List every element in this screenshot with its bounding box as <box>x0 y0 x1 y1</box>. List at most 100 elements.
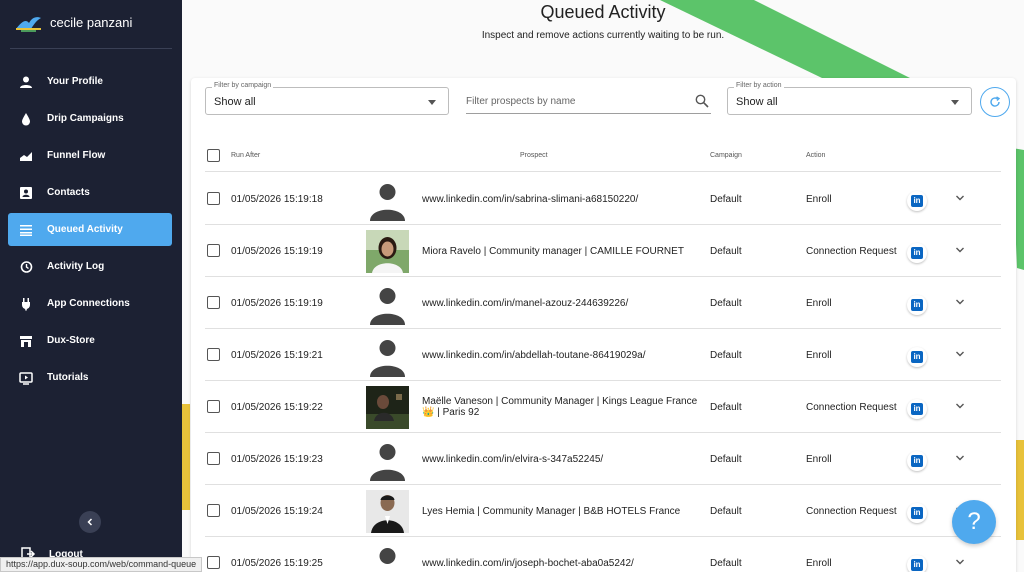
sidebar-item-tutorials[interactable]: Tutorials <box>8 361 172 394</box>
avatar <box>366 334 409 377</box>
run-after-time: 01/05/2026 15:19:22 <box>231 402 323 413</box>
linkedin-glyph: in <box>911 403 923 415</box>
select-all-checkbox[interactable] <box>207 149 220 162</box>
prospect-search-input[interactable] <box>466 90 686 112</box>
avatar <box>366 542 409 572</box>
row-checkbox[interactable] <box>207 296 220 309</box>
sidebar-item-queued-activity[interactable]: Queued Activity <box>8 213 172 246</box>
campaign-name: Default <box>710 506 742 517</box>
prospect-name[interactable]: www.linkedin.com/in/manel-azouz-24463922… <box>422 298 702 309</box>
status-url: https://app.dux-soup.com/web/command-que… <box>0 557 203 572</box>
contacts-icon <box>18 185 34 201</box>
prospect-name[interactable]: www.linkedin.com/in/abdellah-toutane-864… <box>422 350 702 361</box>
chevron-down-icon[interactable] <box>955 245 965 255</box>
sidebar-item-activity-log[interactable]: Activity Log <box>8 250 172 283</box>
action-name: Enroll <box>806 454 832 465</box>
prospect-name[interactable]: www.linkedin.com/in/elvira-s-347a52245/ <box>422 454 702 465</box>
campaign-name: Default <box>710 454 742 465</box>
dux-soup-logo <box>16 17 41 32</box>
action-name: Enroll <box>806 558 832 569</box>
help-button[interactable]: ? <box>952 500 996 544</box>
campaign-name: Default <box>710 194 742 205</box>
linkedin-glyph: in <box>911 299 923 311</box>
table-row: 01/05/2026 15:19:19 Miora Ravelo | Commu… <box>205 225 1001 277</box>
linkedin-icon[interactable]: in <box>907 399 927 419</box>
avatar <box>366 178 409 221</box>
sidebar-item-label: Drip Campaigns <box>47 113 124 124</box>
table-row: 01/05/2026 15:19:19 www.linkedin.com/in/… <box>205 277 1001 329</box>
run-after-time: 01/05/2026 15:19:19 <box>231 298 323 309</box>
linkedin-icon[interactable]: in <box>907 347 927 367</box>
sidebar-item-drip-campaigns[interactable]: Drip Campaigns <box>8 102 172 135</box>
prospect-name[interactable]: Maëlle Vaneson | Community Manager | Kin… <box>422 396 702 418</box>
sidebar-item-label: Queued Activity <box>47 224 123 235</box>
prospect-name[interactable]: Lyes Hemia | Community Manager | B&B HOT… <box>422 506 702 517</box>
chevron-left-icon <box>87 518 93 526</box>
avatar <box>366 282 409 325</box>
run-after-time: 01/05/2026 15:19:23 <box>231 454 323 465</box>
history-icon <box>18 259 34 275</box>
linkedin-icon[interactable]: in <box>907 191 927 211</box>
refresh-button[interactable] <box>980 87 1010 117</box>
linkedin-icon[interactable]: in <box>907 451 927 471</box>
sidebar-item-dux-store[interactable]: Dux-Store <box>8 324 172 357</box>
prospect-name[interactable]: www.linkedin.com/in/joseph-bochet-aba0a5… <box>422 558 702 569</box>
run-after-time: 01/05/2026 15:19:25 <box>231 558 323 569</box>
chevron-down-icon[interactable] <box>955 349 965 359</box>
queue-table: 01/05/2026 15:19:18 www.linkedin.com/in/… <box>205 173 1001 572</box>
campaign-filter-select[interactable]: Filter by campaign Show all <box>205 82 449 115</box>
table-row: 01/05/2026 15:19:23 www.linkedin.com/in/… <box>205 433 1001 485</box>
chevron-down-icon[interactable] <box>955 453 965 463</box>
sidebar-item-contacts[interactable]: Contacts <box>8 176 172 209</box>
run-after-time: 01/05/2026 15:19:21 <box>231 350 323 361</box>
prospect-name[interactable]: Miora Ravelo | Community manager | CAMIL… <box>422 246 702 257</box>
action-filter-value: Show all <box>736 96 778 108</box>
linkedin-glyph: in <box>911 455 923 467</box>
action-name: Enroll <box>806 350 832 361</box>
column-prospect: Prospect <box>520 152 548 159</box>
prospect-name[interactable]: www.linkedin.com/in/sabrina-slimani-a681… <box>422 194 702 205</box>
linkedin-icon[interactable]: in <box>907 555 927 572</box>
search-icon[interactable] <box>695 94 709 108</box>
page-subtitle: Inspect and remove actions currently wai… <box>481 30 725 41</box>
campaign-name: Default <box>710 298 742 309</box>
sidebar-item-label: Dux-Store <box>47 335 95 346</box>
row-checkbox[interactable] <box>207 556 220 569</box>
avatar <box>366 438 409 481</box>
sidebar-item-label: Contacts <box>47 187 90 198</box>
chevron-down-icon[interactable] <box>955 297 965 307</box>
chevron-down-icon[interactable] <box>955 193 965 203</box>
action-filter-select[interactable]: Filter by action Show all <box>727 82 972 115</box>
avatar <box>366 230 409 273</box>
linkedin-glyph: in <box>911 247 923 259</box>
row-checkbox[interactable] <box>207 244 220 257</box>
campaign-filter-value: Show all <box>214 96 256 108</box>
drop-icon <box>18 111 34 127</box>
chevron-down-icon[interactable] <box>955 557 965 567</box>
row-checkbox[interactable] <box>207 348 220 361</box>
chevron-down-icon[interactable] <box>955 401 965 411</box>
person-icon <box>18 74 34 90</box>
linkedin-icon[interactable]: in <box>907 295 927 315</box>
table-row: 01/05/2026 15:19:18 www.linkedin.com/in/… <box>205 173 1001 225</box>
row-checkbox[interactable] <box>207 452 220 465</box>
sidebar-item-funnel-flow[interactable]: Funnel Flow <box>8 139 172 172</box>
sidebar-item-label: Your Profile <box>47 76 103 87</box>
table-row: 01/05/2026 15:19:22 Maëlle Vaneson | Com… <box>205 381 1001 433</box>
action-name: Connection Request <box>806 402 897 413</box>
sidebar-item-label: Tutorials <box>47 372 89 383</box>
linkedin-glyph: in <box>911 559 923 571</box>
linkedin-icon[interactable]: in <box>907 243 927 263</box>
row-checkbox[interactable] <box>207 400 220 413</box>
dropdown-arrow-icon <box>951 100 959 105</box>
plug-icon <box>18 296 34 312</box>
action-filter-label: Filter by action <box>734 82 784 89</box>
sidebar-item-your-profile[interactable]: Your Profile <box>8 65 172 98</box>
linkedin-icon[interactable]: in <box>907 503 927 523</box>
table-header: Run After Prospect Campaign Action <box>205 148 1001 172</box>
sidebar-item-app-connections[interactable]: App Connections <box>8 287 172 320</box>
campaign-name: Default <box>710 350 742 361</box>
row-checkbox[interactable] <box>207 192 220 205</box>
collapse-sidebar-button[interactable] <box>79 511 101 533</box>
row-checkbox[interactable] <box>207 504 220 517</box>
